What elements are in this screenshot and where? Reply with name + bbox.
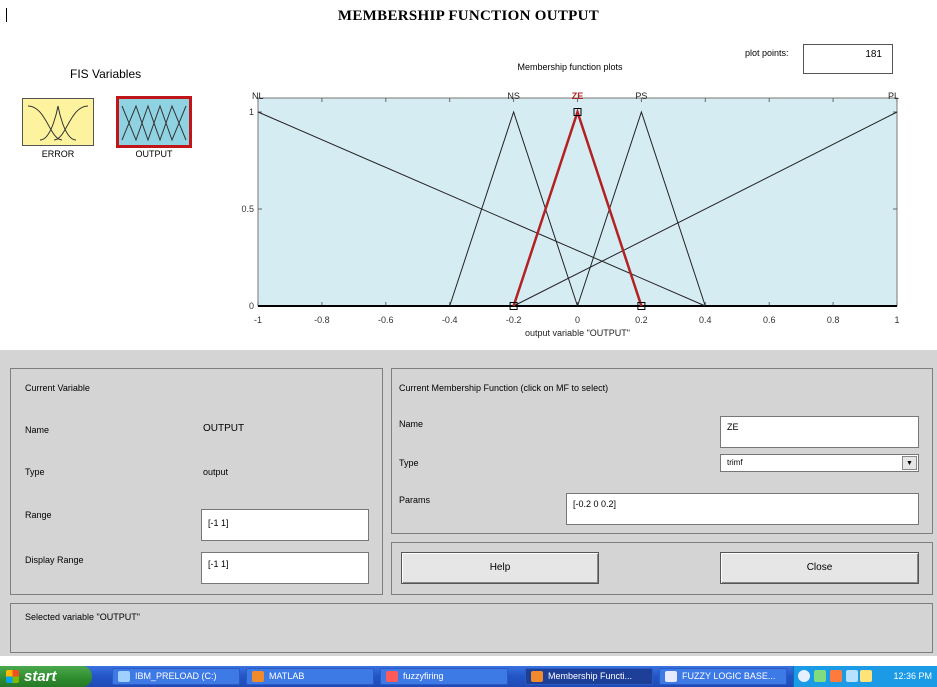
fis-variable-error[interactable] bbox=[22, 98, 94, 146]
mf-params-input[interactable]: [-0.2 0 0.2] bbox=[566, 493, 919, 525]
start-label: start bbox=[24, 668, 57, 685]
x-tick-label: 0.4 bbox=[699, 315, 712, 325]
windows-logo-icon bbox=[6, 670, 19, 683]
taskbar-item-label: IBM_PRELOAD (C:) bbox=[135, 671, 217, 681]
clock: 12:36 PM bbox=[893, 671, 932, 681]
x-tick-label: 0.8 bbox=[827, 315, 840, 325]
variable-name-label: Name bbox=[25, 425, 50, 435]
plot-title: Membership function plots bbox=[517, 62, 623, 72]
membership-function-plot[interactable]: -1 -0.8 -0.6 -0.4 -0.2 0 0.2 0.4 0.6 0.8 1 0 0.5 1 NL N… bbox=[240, 80, 912, 348]
y-tick-label: 1 bbox=[249, 107, 254, 117]
taskbar-item-label: MATLAB bbox=[269, 671, 305, 681]
plot-points-input[interactable]: 181 bbox=[803, 44, 893, 74]
start-button[interactable]: start bbox=[0, 666, 92, 687]
mf-label-pl: PL bbox=[888, 91, 899, 101]
display-range-input[interactable]: [-1 1] bbox=[201, 552, 369, 584]
window-icon bbox=[386, 671, 398, 682]
mf-name-label: Name bbox=[399, 419, 424, 429]
mf-label-ze: ZE bbox=[572, 91, 584, 101]
close-button[interactable]: Close bbox=[720, 552, 919, 584]
variable-name-value: OUTPUT bbox=[203, 423, 245, 434]
current-mf-heading: Current Membership Function (click on MF… bbox=[399, 383, 609, 393]
x-axis-label: output variable "OUTPUT" bbox=[525, 328, 630, 338]
x-tick-label: -0.6 bbox=[378, 315, 394, 325]
fis-variable-output-label: OUTPUT bbox=[135, 149, 173, 159]
volume-icon[interactable] bbox=[860, 670, 872, 682]
mf-label-nl: NL bbox=[252, 91, 264, 101]
variable-type-label: Type bbox=[25, 467, 45, 477]
range-input[interactable]: [-1 1] bbox=[201, 509, 369, 541]
taskbar-item-label: Membership Functi... bbox=[548, 671, 633, 681]
document-icon bbox=[665, 671, 677, 682]
mf-type-dropdown[interactable]: trimf ▼ bbox=[720, 454, 919, 472]
page-title: MEMBERSHIP FUNCTION OUTPUT bbox=[337, 8, 600, 24]
drive-icon bbox=[118, 671, 130, 682]
mf-type-value: trimf bbox=[727, 458, 743, 467]
fis-variables-heading: FIS Variables bbox=[70, 67, 142, 81]
taskbar: start IBM_PRELOAD (C:) MATLAB fuzzyfirin… bbox=[0, 666, 937, 687]
taskbar-item-fuzzy-logic-base[interactable]: FUZZY LOGIC BASE... bbox=[659, 668, 787, 685]
matlab-icon bbox=[531, 671, 543, 682]
system-tray: 12:36 PM bbox=[793, 666, 937, 687]
matlab-icon bbox=[252, 671, 264, 682]
fis-variable-error-label: ERROR bbox=[41, 149, 75, 159]
display-icon[interactable] bbox=[846, 670, 858, 682]
plot-area bbox=[257, 97, 898, 307]
x-tick-label: 0 bbox=[575, 315, 580, 325]
taskbar-item-label: fuzzyfiring bbox=[403, 671, 444, 681]
y-tick-label: 0 bbox=[249, 301, 254, 311]
x-tick-label: -0.2 bbox=[506, 315, 522, 325]
status-text: Selected variable "OUTPUT" bbox=[25, 612, 140, 622]
taskbar-item-membership-functions[interactable]: Membership Functi... bbox=[525, 668, 653, 685]
x-tick-label: 0.6 bbox=[763, 315, 776, 325]
mf-params-label: Params bbox=[399, 495, 431, 505]
taskbar-item-ibm-preload[interactable]: IBM_PRELOAD (C:) bbox=[112, 668, 240, 685]
input-variable-icon bbox=[22, 98, 94, 146]
mf-name-input[interactable]: ZE bbox=[720, 416, 919, 448]
x-tick-label: -0.8 bbox=[314, 315, 330, 325]
mf-label-ps: PS bbox=[635, 91, 647, 101]
mf-type-label: Type bbox=[399, 458, 419, 468]
x-tick-label: 0.2 bbox=[635, 315, 648, 325]
network-icon[interactable] bbox=[814, 670, 826, 682]
taskbar-item-matlab[interactable]: MATLAB bbox=[246, 668, 374, 685]
variable-type-value: output bbox=[203, 467, 229, 477]
help-button[interactable]: Help bbox=[401, 552, 599, 584]
x-tick-label: 1 bbox=[894, 315, 899, 325]
plot-points-label: plot points: bbox=[745, 48, 789, 58]
range-label: Range bbox=[25, 510, 52, 520]
display-range-label: Display Range bbox=[25, 555, 84, 565]
output-variable-icon bbox=[116, 96, 192, 148]
status-bar bbox=[10, 603, 933, 653]
back-arrow-icon[interactable] bbox=[798, 670, 810, 682]
y-tick-label: 0.5 bbox=[241, 204, 254, 214]
taskbar-item-fuzzyfiring[interactable]: fuzzyfiring bbox=[380, 668, 508, 685]
chevron-down-icon[interactable]: ▼ bbox=[902, 456, 917, 470]
fis-variable-output[interactable] bbox=[116, 96, 192, 148]
current-variable-heading: Current Variable bbox=[25, 383, 90, 393]
x-tick-label: -0.4 bbox=[442, 315, 458, 325]
x-tick-label: -1 bbox=[254, 315, 262, 325]
security-icon[interactable] bbox=[830, 670, 842, 682]
taskbar-item-label: FUZZY LOGIC BASE... bbox=[682, 671, 776, 681]
mf-label-ns: NS bbox=[507, 91, 520, 101]
